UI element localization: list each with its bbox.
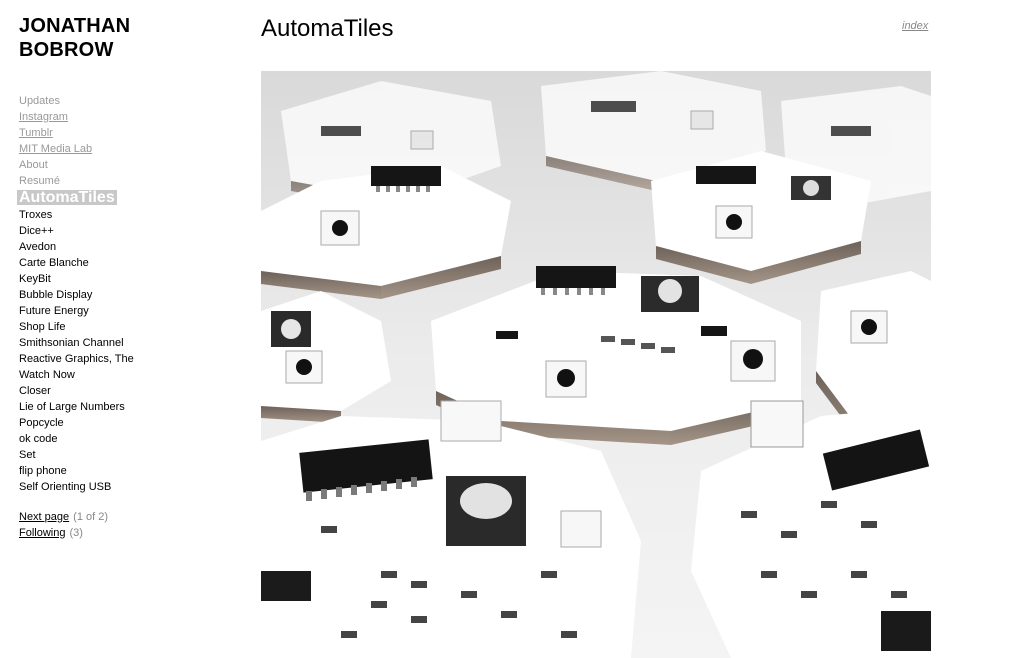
nav-link-instagram[interactable]: Instagram bbox=[19, 109, 179, 125]
nav-link-about[interactable]: About bbox=[19, 157, 179, 173]
nav-project-item[interactable]: Bubble Display bbox=[19, 287, 179, 303]
nav-link-tumblr[interactable]: Tumblr bbox=[19, 125, 179, 141]
nav-link-updates[interactable]: Updates bbox=[19, 93, 179, 109]
next-page-link[interactable]: Next page bbox=[19, 511, 69, 523]
pagination: Next page (1 of 2) Following (3) bbox=[19, 509, 108, 541]
nav-project-item[interactable]: Self Orienting USB bbox=[19, 479, 179, 495]
nav-project-item[interactable]: Reactive Graphics, The bbox=[19, 351, 179, 367]
following-row: Following (3) bbox=[19, 525, 108, 541]
site-title-line-2: BOBROW bbox=[19, 39, 114, 61]
project-list: Troxes Dice++ Avedon Carte Blanche KeyBit Bub… bbox=[19, 207, 179, 495]
nav-project-item[interactable]: Dice++ bbox=[19, 223, 179, 239]
nav-project-item[interactable]: Set bbox=[19, 447, 179, 463]
nav-project-item[interactable]: flip phone bbox=[19, 463, 179, 479]
nav-project-item[interactable]: KeyBit bbox=[19, 271, 179, 287]
nav-project-item[interactable]: Lie of Large Numbers bbox=[19, 399, 179, 415]
nav-project-item[interactable]: Smithsonian Channel bbox=[19, 335, 179, 351]
following-count: (3) bbox=[69, 527, 83, 539]
nav-project-item[interactable]: Troxes bbox=[19, 207, 179, 223]
nav-project-item[interactable]: Future Energy bbox=[19, 303, 179, 319]
circuit-boards-image bbox=[261, 71, 931, 658]
sidebar-nav: Updates Instagram Tumblr MIT Media Lab A… bbox=[17, 93, 179, 495]
nav-project-item[interactable]: Watch Now bbox=[19, 367, 179, 383]
nav-project-item[interactable]: Popcycle bbox=[19, 415, 179, 431]
nav-item-active-automatiles[interactable]: AutomaTiles bbox=[17, 190, 117, 206]
nav-link-resume[interactable]: Resumé bbox=[19, 173, 179, 189]
site-title-line-1: JONATHAN bbox=[19, 15, 131, 37]
nav-project-item[interactable]: Closer bbox=[19, 383, 179, 399]
nav-project-item[interactable]: Avedon bbox=[19, 239, 179, 255]
next-page-count: (1 of 2) bbox=[73, 511, 109, 523]
next-page-row: Next page (1 of 2) bbox=[19, 509, 108, 525]
following-link[interactable]: Following bbox=[19, 527, 65, 539]
nav-link-mit-media-lab[interactable]: MIT Media Lab bbox=[19, 141, 179, 157]
page: JONATHAN BOBROW Updates Instagram Tumblr… bbox=[0, 0, 1012, 658]
index-link[interactable]: index bbox=[902, 20, 928, 32]
page-title: AutomaTiles bbox=[261, 15, 394, 42]
nav-project-item[interactable]: Carte Blanche bbox=[19, 255, 179, 271]
nav-project-item[interactable]: ok code bbox=[19, 431, 179, 447]
site-title[interactable]: JONATHAN BOBROW bbox=[19, 14, 130, 62]
nav-project-item[interactable]: Shop Life bbox=[19, 319, 179, 335]
project-photo[interactable] bbox=[261, 71, 931, 658]
